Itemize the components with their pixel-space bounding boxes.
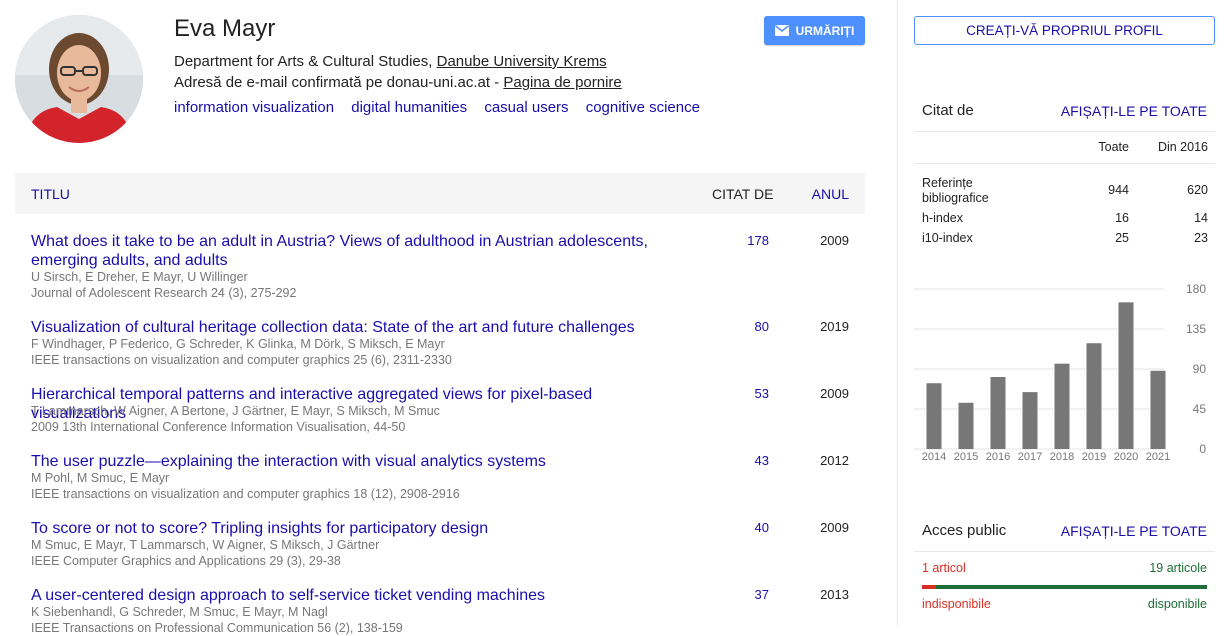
profile-affiliation: Department for Arts & Cultural Studies, … (174, 53, 607, 70)
stat-since: 23 (1194, 231, 1208, 245)
publication-year: 2013 (820, 587, 849, 602)
chart-bar[interactable] (926, 383, 942, 449)
profile-photo (15, 15, 143, 143)
publication-year: 2009 (820, 520, 849, 535)
publication-authors: U Sirsch, E Dreher, E Mayr, U Willinger (31, 270, 248, 284)
publication-title[interactable]: Visualization of cultural heritage colle… (31, 318, 691, 337)
unavailable-count[interactable]: 1 articol (922, 561, 966, 575)
x-tick-label: 2020 (1114, 451, 1138, 463)
unavailable-label: indisponibile (922, 597, 991, 611)
publication-authors: K Siebenhandl, G Schreder, M Smuc, E May… (31, 605, 328, 619)
publication-authors: F Windhager, P Federico, G Schreder, K G… (31, 337, 445, 351)
divider (914, 551, 1215, 552)
chart-bar[interactable] (1086, 343, 1102, 449)
chart-bar[interactable] (1022, 392, 1038, 449)
publication-venue: IEEE Transactions on Professional Commun… (31, 621, 403, 635)
publication-venue: 2009 13th International Conference Infor… (31, 420, 406, 434)
create-profile-button[interactable]: CREAȚI-VĂ PROPRIUL PROFIL (914, 16, 1215, 45)
publication-year: 2019 (820, 319, 849, 334)
divider (914, 131, 1215, 132)
publication-title[interactable]: The user puzzle—explaining the interacti… (31, 452, 691, 471)
x-tick-label: 2018 (1050, 451, 1074, 463)
stat-all: 16 (1115, 211, 1129, 225)
unavailable-bar (922, 585, 936, 589)
sort-by-title[interactable]: TITLU (31, 186, 70, 202)
publication-venue: IEEE transactions on visualization and c… (31, 353, 452, 367)
cited-by-count[interactable]: 178 (747, 233, 769, 248)
envelope-icon (774, 25, 789, 36)
publications-table-header: TITLU CITAT DE ANUL (15, 173, 865, 214)
divider (914, 163, 1215, 164)
sort-by-cited[interactable]: CITAT DE (712, 186, 773, 202)
citations-chart: 180 135 90 45 0 2014 2015 2016 2017 2018 2019 2020 2… (914, 282, 1207, 463)
chart-bar[interactable] (1054, 363, 1070, 449)
cited-by-count[interactable]: 80 (755, 319, 769, 334)
available-label: disponibile (1147, 597, 1207, 611)
y-tick-label: 0 (1199, 442, 1206, 456)
y-tick-label: 180 (1186, 282, 1206, 296)
chart-bar[interactable] (1150, 370, 1166, 449)
x-tick-label: 2021 (1146, 451, 1170, 463)
interest-link[interactable]: casual users (484, 99, 568, 116)
research-interests: information visualization digital humani… (174, 99, 713, 116)
public-access-title: Acces public (922, 522, 1007, 539)
col-header-all: Toate (1098, 140, 1129, 154)
available-bar (936, 585, 1207, 589)
profile-name: Eva Mayr (174, 15, 276, 42)
cited-by-show-all-link[interactable]: AFIȘAȚI-LE PE TOATE (1061, 103, 1207, 119)
interest-link[interactable]: information visualization (174, 99, 334, 116)
cited-by-count[interactable]: 53 (755, 386, 769, 401)
x-tick-label: 2015 (954, 451, 978, 463)
available-count[interactable]: 19 articole (1149, 561, 1207, 575)
avatar (15, 15, 143, 143)
cited-by-count[interactable]: 37 (755, 587, 769, 602)
stat-all: 25 (1115, 231, 1129, 245)
y-tick-label: 90 (1193, 362, 1207, 376)
stat-label: h-index (922, 211, 963, 225)
sort-by-year[interactable]: ANUL (812, 186, 849, 202)
stat-label: Referințe bibliografice (922, 176, 989, 205)
publication-year: 2012 (820, 453, 849, 468)
column-divider (897, 0, 898, 625)
publication-authors: M Smuc, E Mayr, T Lammarsch, W Aigner, S… (31, 538, 380, 552)
publication-title[interactable]: To score or not to score? Tripling insig… (31, 519, 691, 538)
col-header-since: Din 2016 (1157, 140, 1208, 154)
public-access-show-all-link[interactable]: AFIȘAȚI-LE PE TOATE (1061, 523, 1207, 539)
follow-button-label: URMĂRIȚI (795, 23, 855, 38)
y-tick-label: 135 (1186, 322, 1206, 336)
x-tick-label: 2019 (1082, 451, 1106, 463)
publication-year: 2009 (820, 386, 849, 401)
cited-by-title: Citat de (922, 102, 974, 119)
stat-since: 14 (1194, 211, 1208, 225)
x-tick-label: 2017 (1018, 451, 1042, 463)
publication-venue: IEEE Computer Graphics and Applications … (31, 554, 341, 568)
x-tick-label: 2016 (986, 451, 1010, 463)
publication-title[interactable]: What does it take to be an adult in Aust… (31, 232, 691, 270)
cited-by-count[interactable]: 43 (755, 453, 769, 468)
interest-link[interactable]: digital humanities (351, 99, 467, 116)
homepage-link[interactable]: Pagina de pornire (503, 74, 621, 91)
publication-venue: IEEE transactions on visualization and c… (31, 487, 460, 501)
chart-bar[interactable] (1118, 302, 1134, 449)
publication-year: 2009 (820, 233, 849, 248)
chart-bar[interactable] (958, 402, 974, 449)
follow-button[interactable]: URMĂRIȚI (764, 16, 865, 45)
stat-since: 620 (1187, 183, 1208, 197)
interest-link[interactable]: cognitive science (586, 99, 700, 116)
affiliation-text: Department for Arts & Cultural Studies, (174, 53, 437, 70)
stat-all: 944 (1108, 183, 1129, 197)
publication-title[interactable]: A user-centered design approach to self-… (31, 586, 691, 605)
publication-authors: T Lammarsch, W Aigner, A Bertone, J Gärt… (31, 404, 440, 418)
profile-email: Adresă de e-mail confirmată pe donau-uni… (174, 74, 622, 91)
stat-label: i10-index (922, 231, 973, 245)
x-tick-label: 2014 (922, 451, 946, 463)
chart-bar[interactable] (990, 377, 1006, 449)
y-tick-label: 45 (1193, 402, 1207, 416)
publication-venue: Journal of Adolescent Research 24 (3), 2… (31, 286, 297, 300)
email-text: Adresă de e-mail confirmată pe donau-uni… (174, 74, 504, 91)
publication-authors: M Pohl, M Smuc, E Mayr (31, 471, 170, 485)
cited-by-count[interactable]: 40 (755, 520, 769, 535)
affiliation-link[interactable]: Danube University Krems (437, 53, 607, 70)
